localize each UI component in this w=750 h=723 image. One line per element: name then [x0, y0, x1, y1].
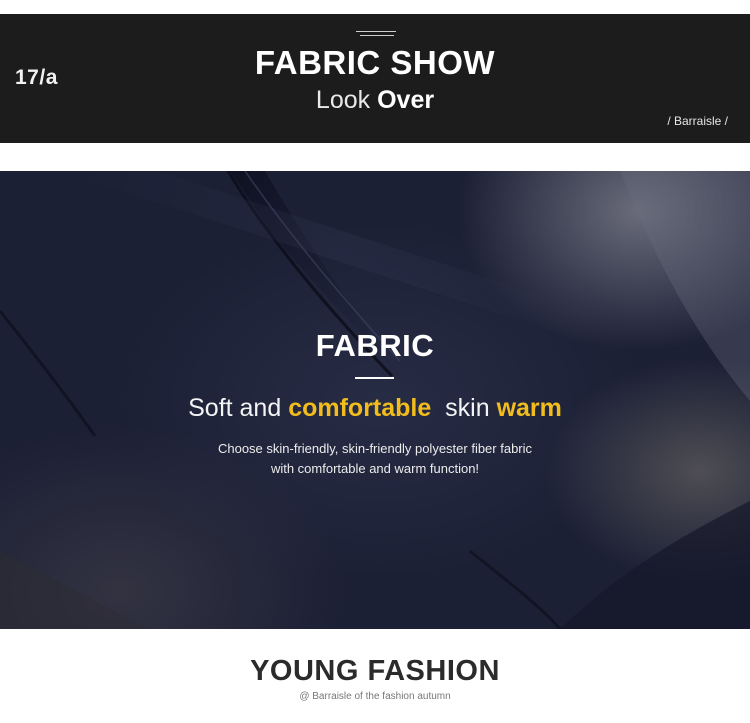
fabric-photo: FABRIC Soft and comfortable skin warm Ch… — [0, 171, 750, 629]
header-title: FABRIC SHOW — [254, 44, 496, 81]
tagline-part-soft: Soft and — [188, 394, 289, 422]
header-subtitle: Look Over — [0, 86, 750, 115]
footer-title: YOUNG FASHION — [250, 655, 500, 687]
header-decoration-lines — [356, 31, 396, 37]
tagline-part-comfortable: comfortable — [288, 394, 432, 422]
brand-tag: / Barraisle / — [667, 114, 728, 128]
fabric-tagline: Soft and comfortable skin warm — [0, 394, 750, 423]
description-line-1: Choose skin-friendly, skin-friendly poly… — [217, 441, 533, 456]
tagline-part-warm: warm — [496, 394, 562, 422]
top-spacer — [0, 0, 750, 14]
fabric-description: Choose skin-friendly, skin-friendly poly… — [0, 439, 750, 479]
fabric-heading: FABRIC — [315, 328, 435, 363]
section-spacer — [0, 143, 750, 171]
subtitle-light-word: Look — [315, 86, 371, 114]
header-banner: 17/a FABRIC SHOW Look Over / Barraisle / — [0, 14, 750, 143]
tagline-part-skin: skin — [431, 394, 497, 422]
fabric-divider — [355, 377, 394, 379]
footer-subtitle: @ Barraisle of the fashion autumn — [299, 691, 451, 702]
description-line-2: with comfortable and warm function! — [270, 461, 480, 476]
subtitle-bold-word: Over — [377, 86, 435, 114]
